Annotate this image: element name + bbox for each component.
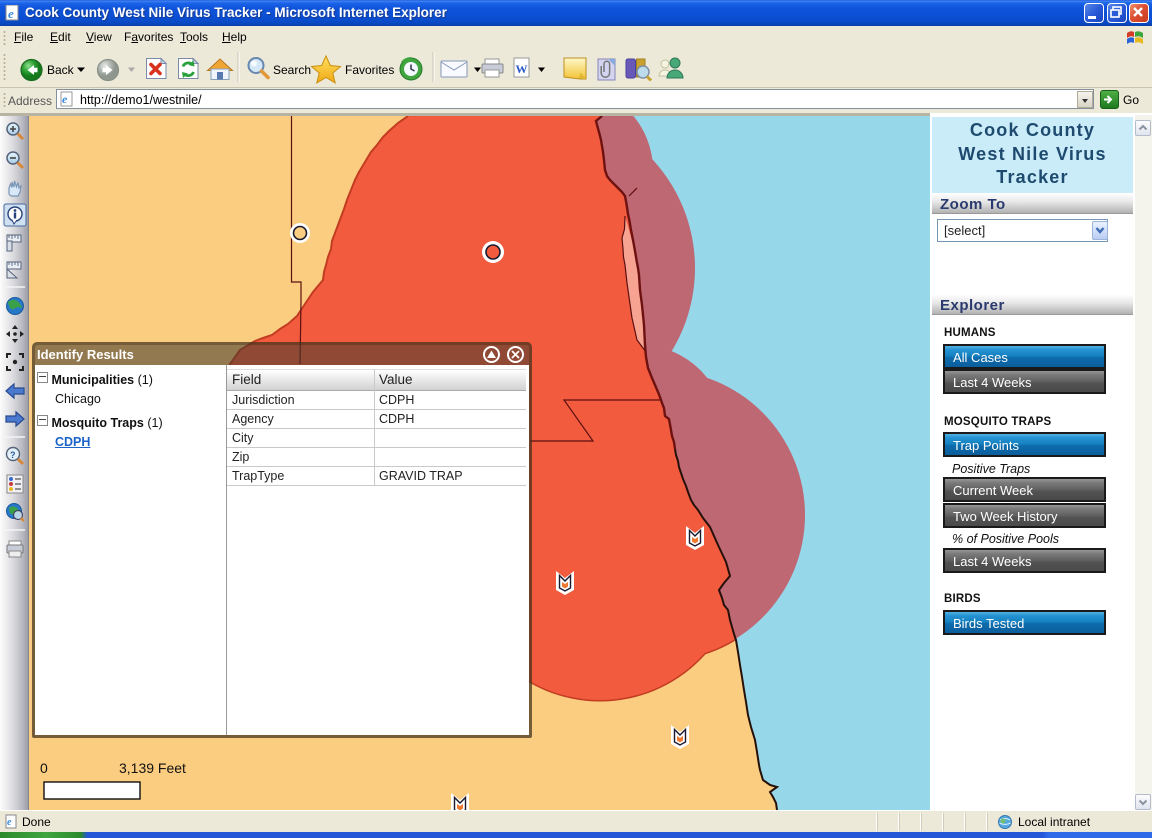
svg-text:3,139 Feet: 3,139 Feet [119,760,186,776]
svg-text:W: W [516,62,528,76]
svg-text:e: e [7,817,12,828]
svg-text:e: e [8,6,14,21]
svg-text:e: e [62,92,68,106]
svg-text:?: ? [10,450,16,460]
svg-text:Favorites: Favorites [345,63,394,77]
svg-text:0: 0 [40,760,48,776]
svg-text:Back: Back [47,63,75,77]
svg-text:Search: Search [273,63,311,77]
